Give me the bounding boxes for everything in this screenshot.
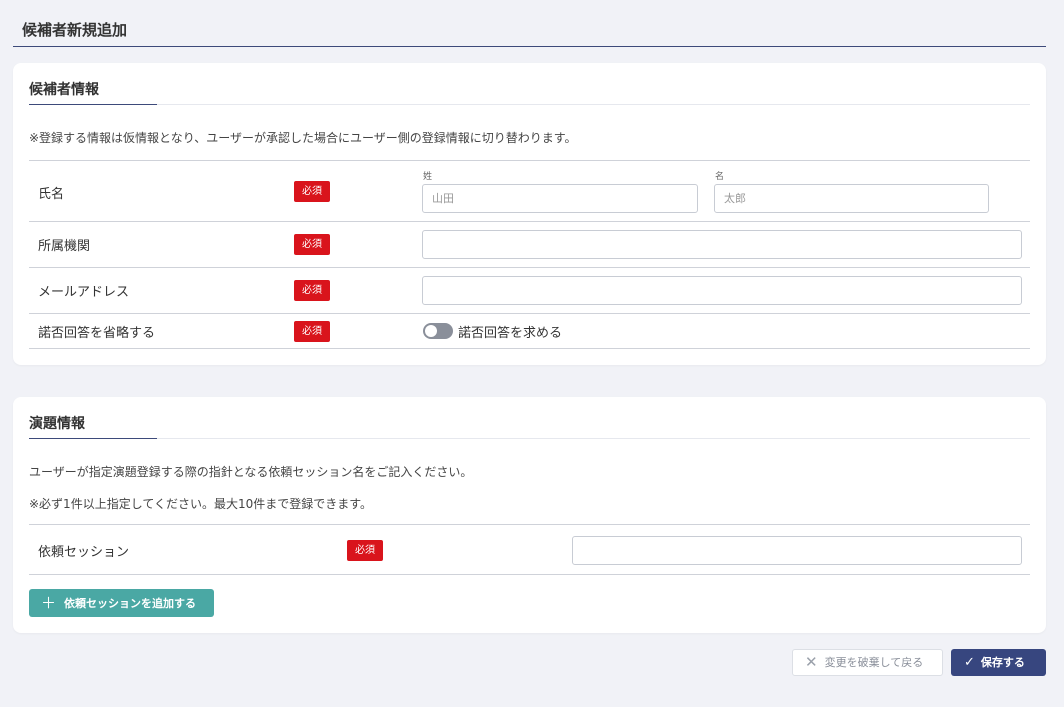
page-title: 候補者新規追加: [22, 21, 128, 39]
email-input[interactable]: [422, 276, 1022, 305]
candidate-info-title: 候補者情報: [29, 82, 99, 98]
consent-toggle-label: 諾否回答を求める: [458, 326, 563, 341]
candidate-info-header: 候補者情報: [29, 63, 1030, 105]
name-label: 氏名: [38, 187, 65, 202]
affiliation-label: 所属機関: [38, 239, 91, 254]
add-session-button[interactable]: ＋ 依頼セッションを追加する: [29, 589, 214, 617]
topic-info-card: 演題情報 ユーザーが指定演題登録する際の指針となる依頼セッション名をご記入くださ…: [13, 397, 1046, 633]
page-header: 候補者新規追加: [13, 0, 1046, 47]
plus-icon: ＋: [41, 594, 57, 612]
close-icon: ✕: [805, 653, 818, 671]
toggle-knob: [425, 325, 437, 337]
required-badge: 必須: [294, 321, 330, 342]
last-name-input[interactable]: 山田: [422, 184, 698, 213]
first-name-label: 名: [715, 172, 725, 182]
session-row: 依頼セッション 必須: [29, 524, 1030, 575]
topic-info-note-2: ※必ず1件以上指定してください。最大10件まで登録できます。: [29, 497, 373, 511]
title-underline: [29, 104, 157, 105]
required-badge: 必須: [294, 234, 330, 255]
first-name-input[interactable]: 太郎: [714, 184, 989, 213]
save-button[interactable]: ✓ 保存する: [951, 649, 1046, 676]
last-name-label: 姓: [423, 172, 433, 182]
email-row: メールアドレス 必須: [29, 267, 1030, 313]
save-button-label: 保存する: [980, 656, 1025, 669]
required-badge: 必須: [294, 280, 330, 301]
topic-info-note-1: ユーザーが指定演題登録する際の指針となる依頼セッション名をご記入ください。: [29, 465, 473, 479]
topic-info-title: 演題情報: [29, 416, 85, 432]
discard-changes-button[interactable]: ✕ 変更を破棄して戻る: [792, 649, 943, 676]
affiliation-input[interactable]: [422, 230, 1022, 259]
candidate-info-note: ※登録する情報は仮情報となり、ユーザーが承認した場合にユーザー側の登録情報に切り…: [29, 131, 577, 145]
required-badge: 必須: [294, 181, 330, 202]
title-underline: [29, 438, 157, 439]
consent-toggle[interactable]: [423, 323, 453, 339]
session-input[interactable]: [572, 536, 1022, 565]
consent-row: 諾否回答を省略する 必須 諾否回答を求める: [29, 313, 1030, 349]
email-label: メールアドレス: [38, 285, 130, 300]
discard-changes-label: 変更を破棄して戻る: [824, 656, 924, 669]
topic-info-header: 演題情報: [29, 397, 1030, 439]
add-session-button-label: 依頼セッションを追加する: [64, 597, 197, 610]
session-label: 依頼セッション: [38, 545, 130, 560]
candidate-info-card: 候補者情報 ※登録する情報は仮情報となり、ユーザーが承認した場合にユーザー側の登…: [13, 63, 1046, 365]
name-row: 氏名 必須 姓 山田 名 太郎: [29, 160, 1030, 221]
affiliation-row: 所属機関 必須: [29, 221, 1030, 267]
required-badge: 必須: [347, 540, 383, 561]
check-icon: ✓: [964, 655, 975, 670]
consent-label: 諾否回答を省略する: [38, 326, 156, 341]
